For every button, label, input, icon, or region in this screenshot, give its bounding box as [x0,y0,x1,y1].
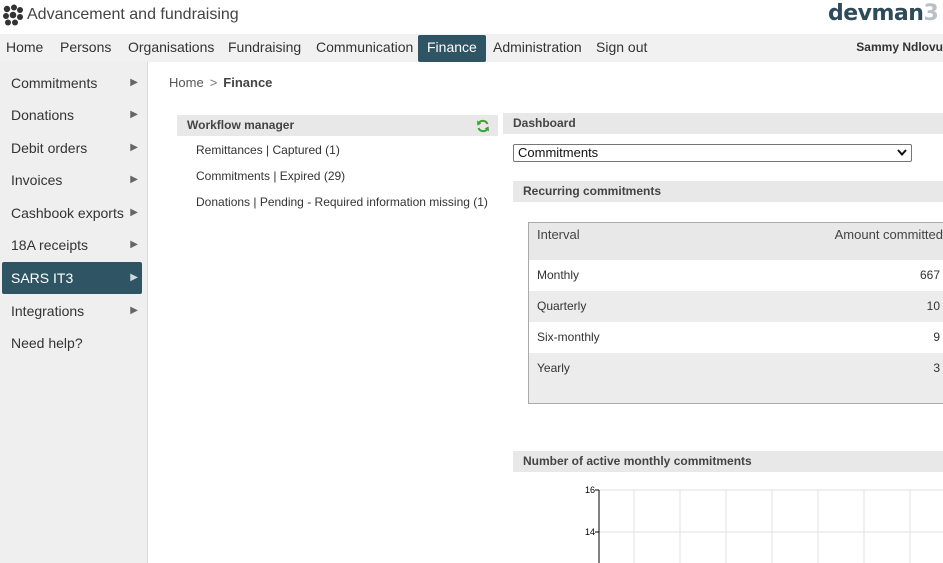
sidebar-item-invoices[interactable]: Invoices ▶ [2,164,142,196]
nav-administration[interactable]: Administration [493,34,582,62]
triangle-right-icon: ▶ [130,142,138,153]
sidebar-item-donations[interactable]: Donations ▶ [2,99,142,131]
recurring-commitments-header: Recurring commitments [513,181,943,202]
cell-interval: Monthly [537,268,580,282]
sidebar-item-label: 18A receipts [11,237,89,253]
workflow-item-remittances[interactable]: Remittances | Captured (1) [196,143,340,157]
sidebar-item-sars-it3[interactable]: SARS IT3 ▶ [2,262,142,294]
sidebar-item-label: SARS IT3 [11,270,74,286]
cell-interval: Six-monthly [537,330,600,344]
nav-finance[interactable]: Finance [418,35,486,62]
triangle-right-icon: ▶ [130,272,138,283]
triangle-right-icon: ▶ [130,207,138,218]
table-header: Interval Amount committed [529,223,943,261]
brand-name: devman [828,1,924,26]
table-row: Six-monthly 9 [529,322,943,354]
refresh-icon[interactable] [476,119,490,133]
cell-amount: 10 [926,299,940,313]
cell-amount: 3 [933,361,940,375]
recurring-commitments-title: Recurring commitments [523,184,662,198]
chart-tick-label: 16 [585,485,595,495]
sidebar-item-debit-orders[interactable]: Debit orders ▶ [2,132,142,164]
breadcrumb: Home > Finance [169,75,272,90]
workflow-item-donations[interactable]: Donations | Pending - Required informati… [196,195,488,209]
sidebar-item-label: Cashbook exports [11,205,124,221]
app-logo-icon [3,4,23,26]
chart-tick-label: 14 [585,527,595,537]
breadcrumb-home[interactable]: Home [169,75,204,90]
active-monthly-commitments-chart: 1614 [585,485,943,563]
sidebar-item-label: Donations [11,107,75,123]
dashboard-select-value: Commitments [518,145,599,160]
sidebar-item-label: Commitments [11,75,98,91]
dashboard-title: Dashboard [513,116,576,130]
triangle-right-icon: ▶ [130,305,138,316]
nav-sign-out[interactable]: Sign out [596,34,647,62]
sidebar: Commitments ▶ Donations ▶ Debit orders ▶… [0,62,148,563]
sidebar-item-18a-receipts[interactable]: 18A receipts ▶ [2,229,142,261]
workflow-manager-title: Workflow manager [187,118,295,132]
table-row: Quarterly 10 [529,291,943,323]
sidebar-item-cashbook-exports[interactable]: Cashbook exports ▶ [2,197,142,229]
app-title: Advancement and fundraising [27,6,239,23]
dashboard-select[interactable]: Commitments [513,144,912,162]
sidebar-item-label: Need help? [11,335,83,351]
nav-fundraising[interactable]: Fundraising [228,34,301,62]
sidebar-item-label: Invoices [11,172,63,188]
brand-suffix: 3 [923,1,939,26]
cell-amount: 9 [933,330,940,344]
recurring-commitments-table: Interval Amount committed Monthly 667 Qu… [528,222,943,404]
nav-home[interactable]: Home [6,34,43,62]
triangle-right-icon: ▶ [130,239,138,250]
cell-interval: Quarterly [537,299,587,313]
breadcrumb-separator: > [209,75,218,90]
workflow-manager-header: Workflow manager [177,115,498,136]
triangle-right-icon: ▶ [130,174,138,185]
chart-title: Number of active monthly commitments [523,454,752,468]
brand-logo: devman3 [828,1,939,26]
triangle-right-icon: ▶ [130,109,138,120]
dashboard-header: Dashboard [503,113,943,134]
breadcrumb-current: Finance [223,75,273,90]
cell-interval: Yearly [537,361,570,375]
main-nav: Home Persons Organisations Fundraising C… [0,34,943,62]
sidebar-item-label: Debit orders [11,140,88,156]
sidebar-item-commitments[interactable]: Commitments ▶ [2,67,142,99]
chevron-down-icon [897,149,907,157]
table-row: Yearly 3 [529,353,943,384]
column-header-amount: Amount committed [834,227,943,242]
nav-organisations[interactable]: Organisations [128,34,214,62]
table-row: Monthly 667 [529,260,943,292]
sidebar-item-integrations[interactable]: Integrations ▶ [2,295,142,327]
nav-persons[interactable]: Persons [60,34,111,62]
chart-header: Number of active monthly commitments [513,451,943,472]
top-bar: Advancement and fundraising devman3 [0,0,943,34]
nav-communication[interactable]: Communication [316,34,413,62]
workflow-item-commitments[interactable]: Commitments | Expired (29) [196,169,345,183]
sidebar-item-label: Integrations [11,303,85,319]
cell-amount: 667 [919,268,940,282]
sidebar-item-need-help[interactable]: Need help? [2,327,142,359]
triangle-right-icon: ▶ [130,77,138,88]
column-header-interval: Interval [537,227,580,242]
user-name[interactable]: Sammy Ndlovu [856,34,943,62]
